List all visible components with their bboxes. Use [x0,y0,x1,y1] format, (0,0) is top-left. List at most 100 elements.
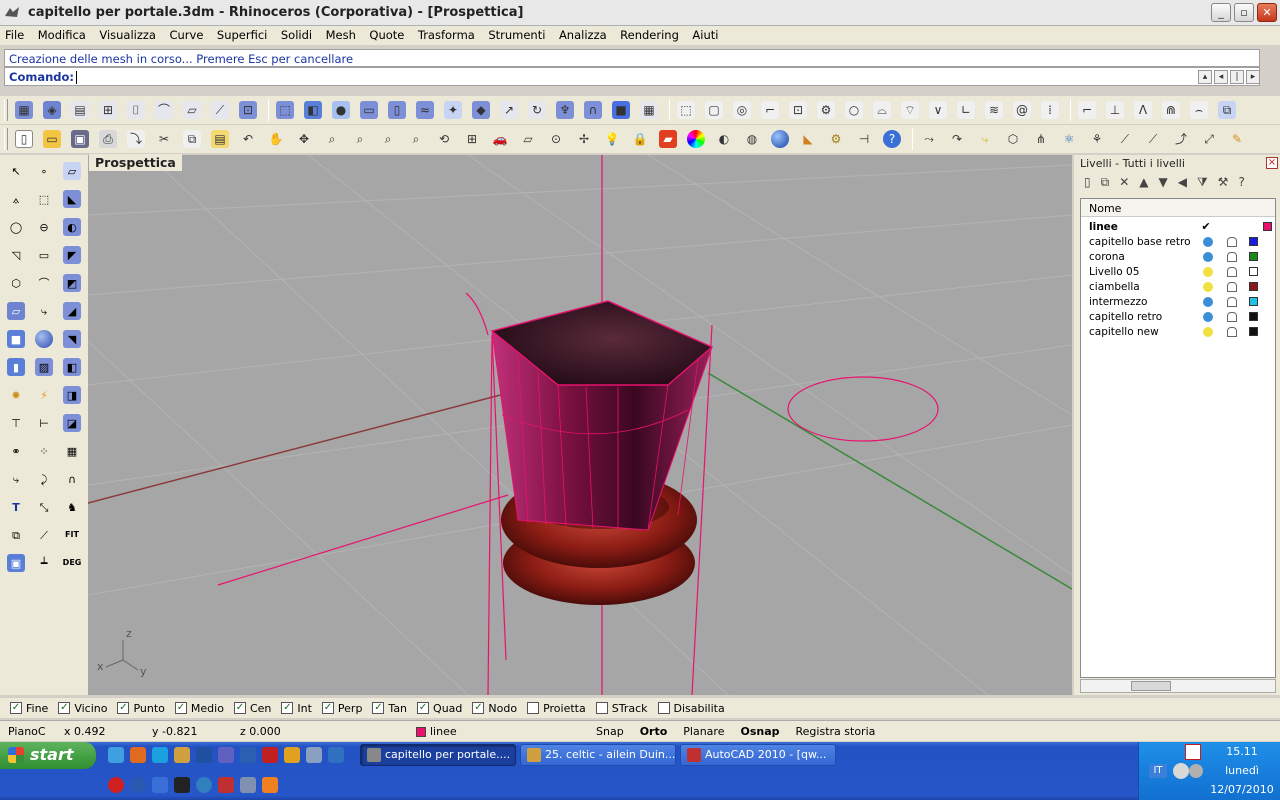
block-icon[interactable]: ▣ [4,551,28,575]
menu-solidi[interactable]: Solidi [276,26,317,42]
unlock-icon[interactable] [1227,326,1237,337]
earth-icon[interactable] [196,777,212,793]
toolbar-icon[interactable]: ≋ [982,98,1006,122]
checkbox[interactable]: ✓ [233,702,246,714]
toolbar-icon[interactable]: ○ [842,98,866,122]
rebuild-icon[interactable]: ◪ [60,411,84,435]
close-button[interactable]: ✕ [1257,3,1277,22]
toolbar-icon[interactable]: ◧ [301,98,325,122]
viewport-perspective[interactable]: z x y [88,155,1072,695]
menu-rendering[interactable]: Rendering [615,26,684,42]
pencil-icon[interactable] [174,747,190,763]
sweep-icon[interactable]: ◤ [60,243,84,267]
checkbox[interactable]: ✓ [58,702,71,714]
toolbar-icon[interactable]: ⬡ [1001,127,1025,151]
toolbar-icon[interactable]: ⤴ [1169,127,1193,151]
paste-icon[interactable]: ▤ [208,127,232,151]
minimize-button[interactable]: _ [1211,3,1231,22]
toolbar-icon[interactable]: ⊡ [236,98,260,122]
sphere-icon[interactable] [32,327,56,351]
checkbox[interactable]: ✓ [321,702,334,714]
globe-icon[interactable] [130,777,146,793]
toolbar-icon[interactable]: ↷ [945,127,969,151]
toolbar-grip[interactable] [4,99,8,121]
layer-color-swatch[interactable] [1249,297,1258,306]
rotate-view-icon[interactable]: ✥ [292,127,316,151]
clock-time[interactable]: 15.11 [1205,745,1279,758]
cut-icon[interactable]: ✂ [152,127,176,151]
orto-toggle[interactable]: Orto [632,723,676,740]
plane-icon[interactable]: ▱ [60,159,84,183]
layer-row[interactable]: capitello new [1081,324,1275,339]
render-sphere-icon[interactable] [768,127,792,151]
open-folder-icon[interactable]: ▭ [40,127,64,151]
toolbar-icon[interactable]: ✦ [441,98,465,122]
toolbar-icon[interactable]: ⚘ [1085,127,1109,151]
toolbar-icon[interactable]: ⋒ [1159,98,1183,122]
vlc-icon[interactable] [262,777,278,793]
osnap-vicino[interactable]: ✓ Vicino [58,702,107,715]
light-icon[interactable]: ◣ [796,127,820,151]
toolbar-icon[interactable]: @ [1010,98,1034,122]
toolbar-icon[interactable]: ⟋ [1141,127,1165,151]
column-header-name[interactable]: Nome [1081,199,1275,217]
toolbar-icon[interactable]: ⌐ [1075,98,1099,122]
toolbar-icon[interactable]: ⌔ [898,98,922,122]
cylinder-icon[interactable]: ▮ [4,355,28,379]
task-autocad[interactable]: AutoCAD 2010 - [qw... [680,744,836,766]
command-back-icon[interactable]: ◂ [1214,70,1228,84]
desktop-icon[interactable] [152,777,168,793]
point-icon[interactable]: ∘ [32,159,56,183]
lock-icon[interactable]: 🔒 [628,127,652,151]
visibility-bulb-icon[interactable] [1203,236,1213,247]
toolbar-icon[interactable]: ⊡ [786,98,810,122]
layer-row[interactable]: ciambella [1081,279,1275,294]
blend-icon[interactable]: ◢ [60,299,84,323]
chrome-icon[interactable] [108,747,124,763]
group-icon[interactable]: ⧉ [4,523,28,547]
osnap-perp[interactable]: ✓ Perp [321,702,362,715]
toolbar-icon[interactable]: ♆ [553,98,577,122]
layer-row[interactable]: intermezzo [1081,294,1275,309]
rail-icon[interactable]: ◧ [60,355,84,379]
command-forward-icon[interactable]: ▸ [1246,70,1260,84]
patch-icon[interactable]: ▨ [32,355,56,379]
task-celtic[interactable]: 25. celtic - ailein Duin... [520,744,676,766]
boolean-icon[interactable]: ⚭ [4,439,28,463]
toolbar-icon[interactable]: ▭ [357,98,381,122]
toolbar-icon[interactable]: ⚛ [1057,127,1081,151]
undo-view-icon[interactable]: ⟲ [432,127,456,151]
new-layer-icon[interactable]: ▯ [1084,175,1091,193]
layer-row[interactable]: Livello 05 [1081,264,1275,279]
toolbar-icon[interactable]: ⬚ [273,98,297,122]
menu-superfici[interactable]: Superfici [212,26,272,42]
toolbar-icon[interactable]: ▢ [702,98,726,122]
toolbar-icon[interactable]: ⧉ [1215,98,1239,122]
history-toggle[interactable]: Registra storia [788,723,884,740]
color-wheel-icon[interactable] [684,127,708,151]
toolbar-icon[interactable]: ◆ [469,98,493,122]
task-rhino[interactable]: capitello per portale.... [360,744,516,766]
layer-color-swatch[interactable] [1249,327,1258,336]
toolbar-icon[interactable]: ⤷ [973,127,997,151]
osnap-proietta[interactable]: Proietta [527,702,586,715]
visibility-bulb-icon[interactable] [1203,266,1213,277]
osnap-tan[interactable]: ✓ Tan [372,702,407,715]
shaded-grid-icon[interactable]: ◍ [740,127,764,151]
light-bulb-icon[interactable]: 💡 [600,127,624,151]
toolbar-icon[interactable]: ◎ [730,98,754,122]
layer-color-swatch[interactable] [1249,312,1258,321]
points-icon[interactable]: ⁘ [32,439,56,463]
dimension-align-icon[interactable]: ⟋ [32,523,56,547]
toolbar-icon[interactable]: ↗ [497,98,521,122]
toolbar-icon[interactable]: ● [329,98,353,122]
toolbar-icon[interactable]: ◈ [40,98,64,122]
copy-icon[interactable]: ⧉ [180,127,204,151]
menu-strumenti[interactable]: Strumenti [483,26,550,42]
current-layer-status[interactable]: linee [408,723,588,740]
osnap-nodo[interactable]: ✓ Nodo [472,702,517,715]
folder-icon[interactable] [284,747,300,763]
move-out-icon[interactable]: ◀ [1178,175,1187,193]
unlock-icon[interactable] [1227,266,1237,277]
undo-icon[interactable]: ↶ [236,127,260,151]
